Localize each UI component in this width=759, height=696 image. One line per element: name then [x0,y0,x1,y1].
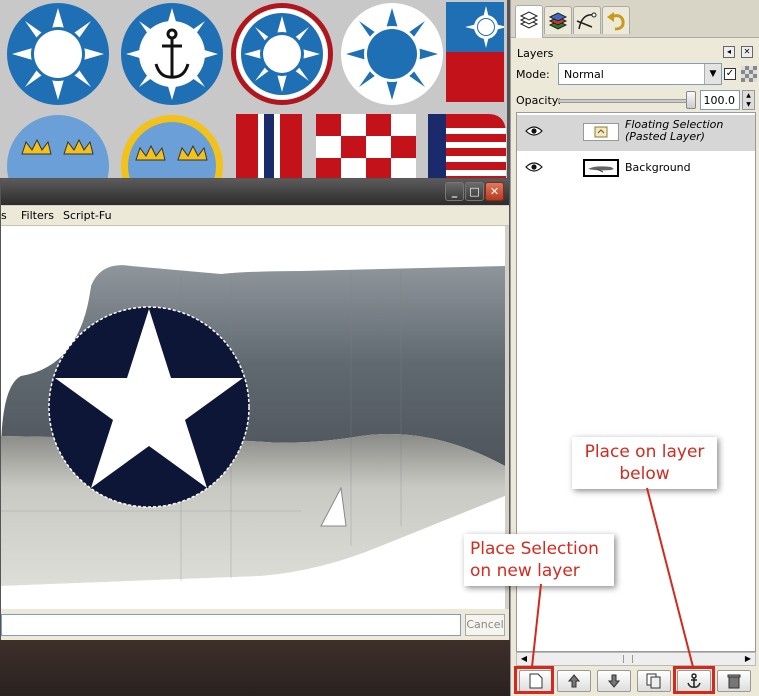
annotation-arrows [531,487,694,668]
